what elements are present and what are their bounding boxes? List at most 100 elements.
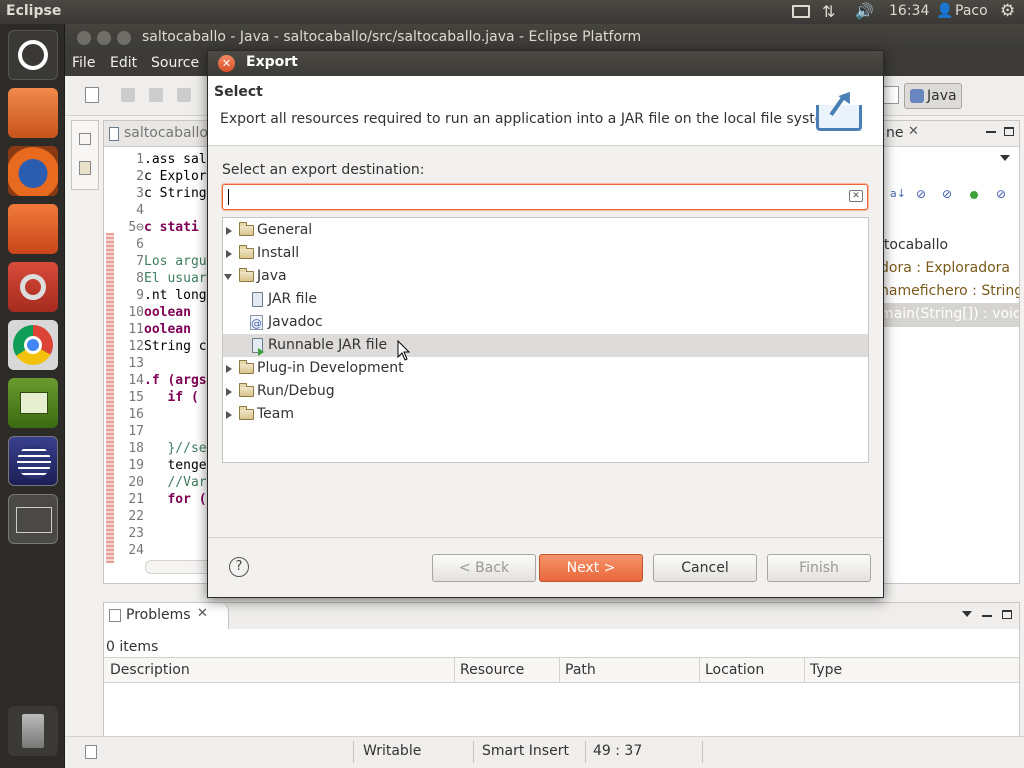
finish-button[interactable]: Finish xyxy=(767,554,871,582)
tree-item-jar-file[interactable]: JAR file xyxy=(223,288,868,311)
outline-close-icon[interactable]: ✕ xyxy=(908,124,919,139)
code-line[interactable] xyxy=(144,508,207,525)
code-line[interactable]: .f (args xyxy=(144,372,207,389)
code-line[interactable]: .ass sal xyxy=(144,151,207,168)
outline-item-selected[interactable]: main(String[]) : void xyxy=(876,303,1019,327)
software-center-launcher-icon[interactable] xyxy=(8,204,58,254)
java-perspective-button[interactable]: Java xyxy=(904,83,962,109)
column-description[interactable]: Description xyxy=(110,662,190,678)
back-button[interactable]: < Back xyxy=(432,554,536,582)
code-line[interactable]: c stati xyxy=(144,219,207,236)
view-menu-icon[interactable] xyxy=(1000,155,1010,161)
code-line[interactable] xyxy=(144,202,207,219)
tree-item-plugin-development[interactable]: Plug-in Development xyxy=(223,357,868,380)
code-line[interactable]: oolean xyxy=(144,304,207,321)
minimize-window-icon[interactable] xyxy=(97,31,111,45)
code-line[interactable]: c String xyxy=(144,185,207,202)
mail-icon[interactable] xyxy=(792,5,810,18)
cancel-button[interactable]: Cancel xyxy=(653,554,757,582)
expand-icon[interactable] xyxy=(226,411,232,419)
code-line[interactable] xyxy=(144,542,207,559)
eclipse-launcher-icon[interactable] xyxy=(8,436,58,486)
save-icon[interactable] xyxy=(121,88,135,102)
restore-icon[interactable] xyxy=(79,133,91,145)
tree-item-install[interactable]: Install xyxy=(223,242,868,265)
outline-item[interactable]: namefichero : String xyxy=(880,283,1019,299)
expand-icon[interactable] xyxy=(226,365,232,373)
gear-icon[interactable]: ⚙ xyxy=(1000,1,1015,21)
help-icon[interactable]: ? xyxy=(229,557,249,577)
menu-edit[interactable]: Edit xyxy=(110,55,137,71)
dash-home-button[interactable] xyxy=(8,30,58,80)
tree-item-javadoc[interactable]: @ Javadoc xyxy=(223,311,868,334)
problems-close-icon[interactable]: ✕ xyxy=(197,606,208,621)
code-line[interactable]: }//se xyxy=(144,440,206,457)
column-location[interactable]: Location xyxy=(705,662,764,678)
maximize-window-icon[interactable] xyxy=(117,31,131,45)
code-line[interactable] xyxy=(144,525,207,542)
collapse-icon[interactable] xyxy=(224,274,232,280)
dialog-close-icon[interactable]: ✕ xyxy=(218,55,235,72)
trash-launcher-icon[interactable] xyxy=(8,706,58,756)
code-line[interactable]: if ( xyxy=(144,389,207,406)
tree-item-team[interactable]: Team xyxy=(223,403,868,426)
code-line[interactable]: Los argu xyxy=(144,253,207,270)
new-icon[interactable] xyxy=(85,87,99,103)
problems-minimize-icon[interactable] xyxy=(982,615,992,617)
expand-icon[interactable] xyxy=(226,388,232,396)
system-settings-launcher-icon[interactable] xyxy=(8,262,58,312)
code-line[interactable]: El usuar xyxy=(144,270,207,287)
tree-item-runnable-jar-file[interactable]: Runnable JAR file xyxy=(223,334,868,357)
volume-icon[interactable]: 🔊 xyxy=(855,2,874,20)
code-lines[interactable]: .ass sal c Explor c String c stati Los argu E… xyxy=(144,151,207,559)
workspace-switcher-icon[interactable] xyxy=(8,494,58,544)
column-type[interactable]: Type xyxy=(810,662,842,678)
outline-maximize-icon[interactable] xyxy=(1004,127,1014,136)
hide-nonpublic-icon[interactable] xyxy=(970,191,978,199)
calc-launcher-icon[interactable] xyxy=(8,378,58,428)
hide-fields-icon[interactable]: ⊘ xyxy=(916,187,926,201)
code-line[interactable]: oolean xyxy=(144,321,207,338)
problems-maximize-icon[interactable] xyxy=(1002,610,1012,619)
outline-tab-label[interactable]: ne xyxy=(886,125,904,141)
save-all-icon[interactable] xyxy=(149,88,163,102)
clock[interactable]: 16:34 xyxy=(889,3,929,19)
network-icon[interactable]: ⇅ xyxy=(822,2,835,21)
close-window-icon[interactable] xyxy=(77,31,91,45)
tree-item-general[interactable]: General xyxy=(223,219,868,242)
expand-icon[interactable] xyxy=(226,250,232,258)
code-line[interactable]: c Explor xyxy=(144,168,207,185)
files-launcher-icon[interactable] xyxy=(8,88,58,138)
code-line[interactable]: //Var xyxy=(144,474,206,491)
column-path[interactable]: Path xyxy=(565,662,596,678)
hide-static-icon[interactable]: ⊘ xyxy=(942,187,952,201)
code-line[interactable]: for ( xyxy=(144,491,206,508)
user-name[interactable]: Paco xyxy=(955,3,988,19)
problems-tab[interactable]: Problems ✕ xyxy=(104,603,229,629)
code-line[interactable] xyxy=(144,406,207,423)
problems-view-menu-icon[interactable] xyxy=(962,611,972,617)
outline-item[interactable]: dora : Exploradora xyxy=(880,260,1010,276)
sort-icon[interactable]: a↓ xyxy=(890,187,906,200)
firefox-launcher-icon[interactable] xyxy=(8,146,58,196)
fast-view-icon[interactable] xyxy=(85,745,97,759)
print-icon[interactable] xyxy=(177,88,191,102)
clear-filter-icon[interactable]: ✕ xyxy=(849,190,863,202)
package-explorer-icon[interactable] xyxy=(79,161,91,175)
menu-source[interactable]: Source xyxy=(151,55,199,71)
code-line[interactable]: String c xyxy=(144,338,207,355)
outline-item[interactable]: ltocaballo xyxy=(880,237,948,253)
tree-item-java[interactable]: Java xyxy=(223,265,868,288)
next-button[interactable]: Next > xyxy=(539,554,643,582)
filter-input[interactable] xyxy=(227,188,837,206)
column-resource[interactable]: Resource xyxy=(460,662,524,678)
menu-file[interactable]: File xyxy=(72,55,95,71)
hide-local-types-icon[interactable]: ⊘ xyxy=(996,187,1006,201)
expand-icon[interactable] xyxy=(226,227,232,235)
chrome-launcher-icon[interactable] xyxy=(8,320,58,370)
code-line[interactable] xyxy=(144,236,207,253)
tree-item-run-debug[interactable]: Run/Debug xyxy=(223,380,868,403)
code-line[interactable] xyxy=(144,423,207,440)
outline-minimize-icon[interactable] xyxy=(986,131,996,133)
code-line[interactable]: tenge xyxy=(144,457,206,474)
